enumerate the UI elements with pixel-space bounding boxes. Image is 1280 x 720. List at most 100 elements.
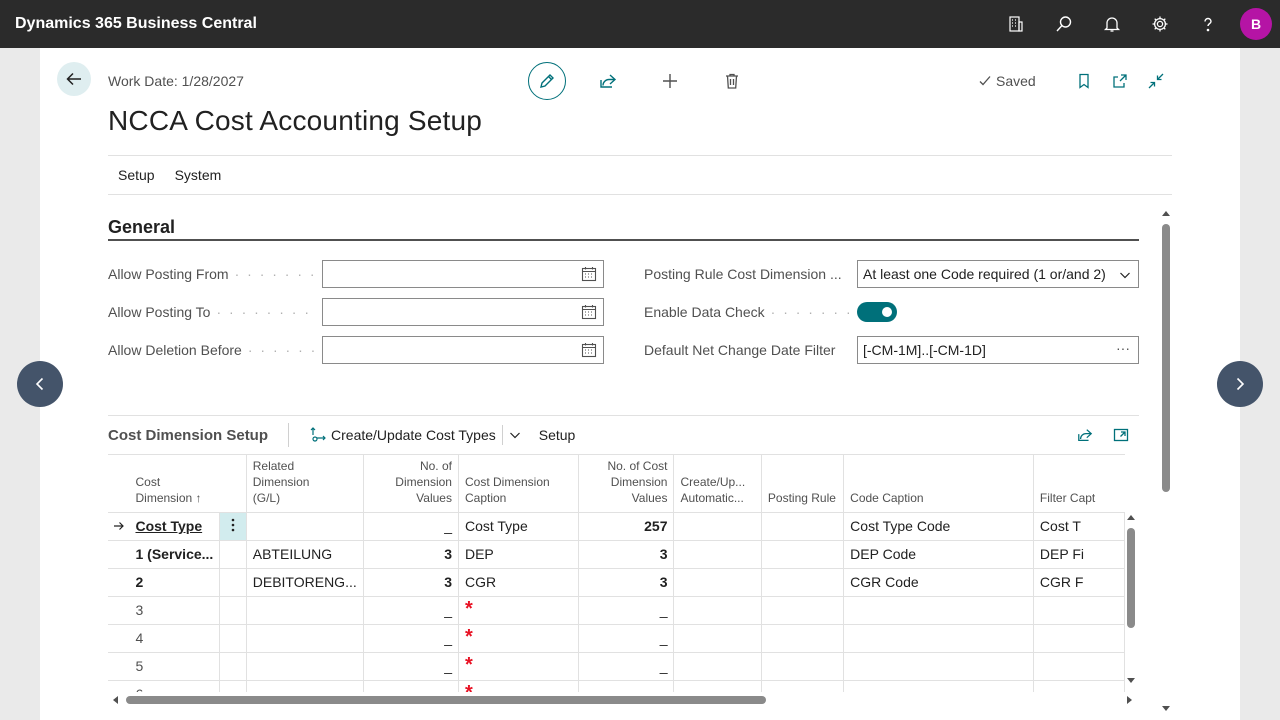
table-row[interactable]: 4 _ * _	[108, 624, 1125, 653]
cell-no-dimension-values[interactable]: _	[363, 596, 459, 625]
bell-icon[interactable]	[1088, 0, 1136, 48]
cell-code-caption[interactable]	[843, 624, 1034, 653]
grid-vertical-scrollbar[interactable]	[1125, 514, 1137, 684]
page-vertical-scrollbar[interactable]	[1160, 208, 1172, 718]
cell-create-update[interactable]	[673, 652, 762, 681]
table-row[interactable]: 5 _ * _	[108, 652, 1125, 681]
cell-create-update[interactable]	[673, 568, 762, 597]
cell-no-dimension-values[interactable]	[363, 680, 459, 692]
cell-related-dimension[interactable]	[246, 680, 364, 692]
open-new-window-button[interactable]	[1102, 63, 1138, 99]
cell-code-caption[interactable]: DEP Code	[843, 540, 1034, 569]
company-icon[interactable]	[992, 0, 1040, 48]
cell-create-update[interactable]	[673, 680, 762, 692]
cell-filter-caption[interactable]: DEP Fi	[1033, 540, 1125, 569]
help-icon[interactable]	[1184, 0, 1232, 48]
col-no-cost-dimension-values[interactable]: No. of Cost Dimension Values	[578, 455, 675, 513]
delete-button[interactable]	[713, 62, 751, 100]
cell-cost-dimension[interactable]: 1 (Service...	[129, 540, 221, 569]
col-cost-dimension-caption[interactable]: Cost Dimension Caption	[458, 455, 580, 513]
work-date[interactable]: Work Date: 1/28/2027	[108, 73, 244, 89]
ellipsis-icon[interactable]: ···	[1116, 340, 1130, 356]
cell-code-caption[interactable]: CGR Code	[843, 568, 1034, 597]
chevron-down-icon[interactable]	[509, 429, 521, 441]
allow-posting-to-input[interactable]	[322, 298, 604, 326]
cell-cost-dimension-caption[interactable]: *	[458, 624, 580, 653]
default-filter-input[interactable]: [-CM-1M]..[-CM-1D] ···	[857, 336, 1139, 364]
avatar[interactable]: B	[1240, 8, 1272, 40]
cell-no-cost-dimension-values[interactable]: _	[578, 652, 675, 681]
row-actions-cell[interactable]	[219, 568, 247, 597]
cell-no-cost-dimension-values[interactable]: 257	[578, 512, 675, 541]
cell-create-update[interactable]	[673, 596, 762, 625]
cell-create-update[interactable]	[673, 624, 762, 653]
next-record-button[interactable]	[1217, 361, 1263, 407]
edit-button[interactable]	[528, 62, 566, 100]
col-posting-rule[interactable]: Posting Rule	[761, 455, 845, 513]
cell-filter-caption[interactable]	[1033, 624, 1125, 653]
cell-filter-caption[interactable]	[1033, 652, 1125, 681]
cell-no-cost-dimension-values[interactable]: 3	[578, 568, 675, 597]
previous-record-button[interactable]	[17, 361, 63, 407]
cell-related-dimension[interactable]	[246, 652, 364, 681]
row-actions-cell[interactable]	[219, 512, 247, 541]
back-button[interactable]	[57, 62, 91, 96]
cell-cost-dimension-caption[interactable]: DEP	[458, 540, 580, 569]
subpage-expand-button[interactable]	[1103, 417, 1139, 453]
cell-related-dimension[interactable]: DEBITORENG...	[246, 568, 364, 597]
menu-setup[interactable]: Setup	[108, 167, 165, 183]
cell-filter-caption[interactable]: CGR F	[1033, 568, 1125, 597]
subpage-setup-button[interactable]: Setup	[539, 427, 576, 443]
cell-cost-dimension[interactable]: 3	[129, 596, 221, 625]
cell-no-dimension-values[interactable]: _	[363, 624, 459, 653]
cell-no-dimension-values[interactable]: _	[363, 512, 459, 541]
cell-filter-caption[interactable]: Cost T	[1033, 512, 1125, 541]
cell-posting-rule[interactable]	[761, 624, 845, 653]
table-row[interactable]: Cost Type _ Cost Type 257 Cost Type Code Cost…	[108, 512, 1125, 541]
cell-cost-dimension-caption[interactable]: CGR	[458, 568, 580, 597]
col-related-dimension[interactable]: Related Dimension (G/L)	[246, 455, 364, 513]
cell-no-cost-dimension-values[interactable]	[578, 680, 675, 692]
collapse-button[interactable]	[1138, 63, 1174, 99]
subpage-share-button[interactable]	[1067, 417, 1103, 453]
posting-rule-select[interactable]: At least one Code required (1 or/and 2)	[857, 260, 1139, 288]
col-filter-caption[interactable]: Filter Capt	[1033, 455, 1125, 513]
cell-related-dimension[interactable]: ABTEILUNG	[246, 540, 364, 569]
allow-posting-from-input[interactable]	[322, 260, 604, 288]
cell-code-caption[interactable]	[843, 680, 1034, 692]
row-actions-cell[interactable]	[219, 540, 247, 569]
cell-no-dimension-values[interactable]: _	[363, 652, 459, 681]
cell-code-caption[interactable]	[843, 596, 1034, 625]
scroll-thumb[interactable]	[1127, 528, 1135, 628]
cell-cost-dimension-caption[interactable]: Cost Type	[458, 512, 580, 541]
cell-cost-dimension[interactable]: 5	[129, 652, 221, 681]
row-actions-cell[interactable]	[219, 596, 247, 625]
cell-no-dimension-values[interactable]: 3	[363, 540, 459, 569]
cell-no-cost-dimension-values[interactable]: 3	[578, 540, 675, 569]
search-icon[interactable]	[1040, 0, 1088, 48]
table-row[interactable]: 6*	[108, 680, 1125, 692]
cell-code-caption[interactable]	[843, 652, 1034, 681]
grid-horizontal-scrollbar[interactable]	[108, 693, 1138, 707]
cell-create-update[interactable]	[673, 512, 762, 541]
scroll-thumb[interactable]	[1162, 224, 1170, 492]
table-row[interactable]: 1 (Service... ABTEILUNG 3 DEP 3 DEP Code DEP F…	[108, 540, 1125, 569]
cell-cost-dimension[interactable]: 6	[129, 680, 221, 692]
app-title[interactable]: Dynamics 365 Business Central	[0, 15, 257, 33]
table-row[interactable]: 3 _ * _	[108, 596, 1125, 625]
cell-create-update[interactable]	[673, 540, 762, 569]
cell-cost-dimension-caption[interactable]: *	[458, 596, 580, 625]
cell-cost-dimension-caption[interactable]: *	[458, 680, 580, 692]
gear-icon[interactable]	[1136, 0, 1184, 48]
col-cost-dimension[interactable]: Cost Dimension ↑	[129, 455, 247, 513]
cell-no-dimension-values[interactable]: 3	[363, 568, 459, 597]
col-code-caption[interactable]: Code Caption	[843, 455, 1034, 513]
menu-system[interactable]: System	[165, 167, 232, 183]
cell-code-caption[interactable]: Cost Type Code	[843, 512, 1034, 541]
cell-posting-rule[interactable]	[761, 596, 845, 625]
enable-data-check-toggle[interactable]	[857, 302, 897, 322]
cell-cost-dimension[interactable]: 4	[129, 624, 221, 653]
cell-cost-dimension[interactable]: Cost Type	[129, 512, 221, 541]
cell-related-dimension[interactable]	[246, 624, 364, 653]
allow-deletion-before-input[interactable]	[322, 336, 604, 364]
